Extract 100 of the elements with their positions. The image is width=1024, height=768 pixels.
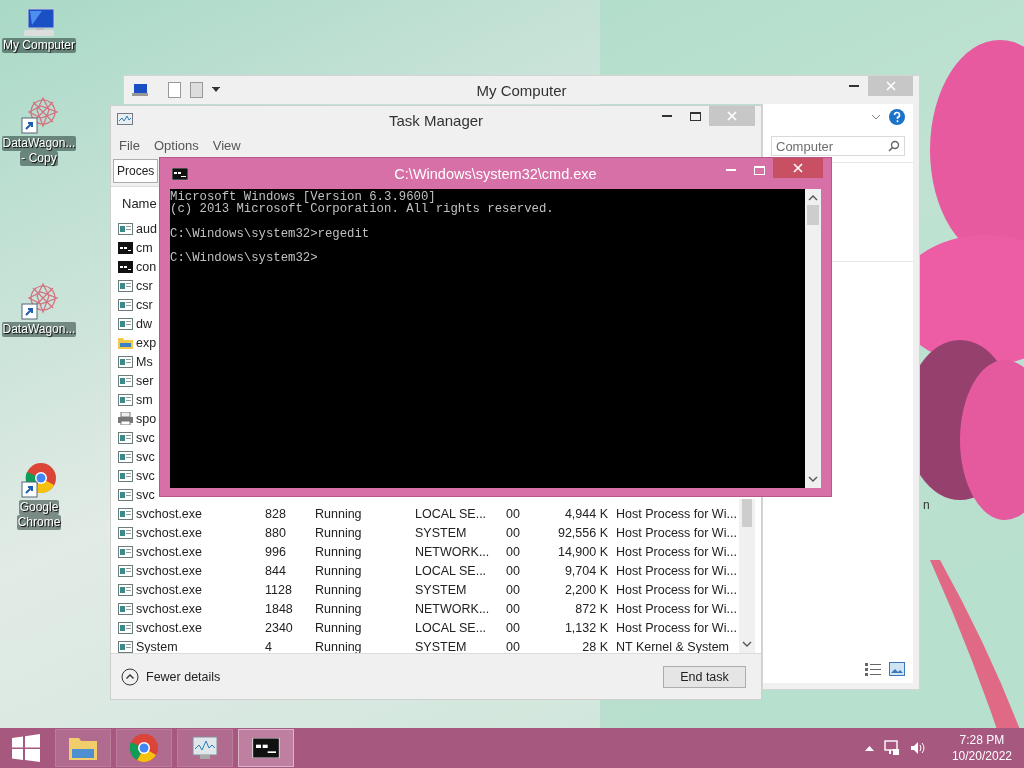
- table-cell-text: Host Process for Wi...: [615, 544, 737, 559]
- chrome-icon[interactable]: [19, 460, 59, 500]
- table-cell: aud: [136, 221, 157, 236]
- menu-item[interactable]: Options: [153, 137, 199, 153]
- speaker-icon[interactable]: [909, 741, 926, 755]
- table-cell: SYSTEM: [415, 582, 467, 597]
- console-line: Microsoft Windows [Version 6.3.9600]: [170, 191, 437, 204]
- icon-label: - Copy: [20, 151, 58, 166]
- details-view-icon[interactable]: [865, 662, 881, 676]
- window-icon: [118, 507, 133, 520]
- table-cell: 1,132 K: [564, 620, 608, 635]
- table-cell: svchost.exe: [136, 620, 202, 635]
- table-cell: 4,944 K: [564, 506, 608, 521]
- close-button[interactable]: [773, 158, 823, 178]
- table-cell: 00: [506, 525, 520, 540]
- table-cell: LOCAL SE...: [415, 620, 487, 635]
- table-cell: 14,900 K: [557, 544, 608, 559]
- shortcut-icon[interactable]: [19, 96, 59, 136]
- console-line: (c) 2013 Microsoft Corporation. All rights reserved.: [170, 203, 555, 216]
- icon-label: My Computer: [2, 38, 76, 53]
- table-cell: SYSTEM: [415, 639, 467, 653]
- scroll-thumb[interactable]: [742, 499, 752, 527]
- column-header[interactable]: Name: [118, 195, 157, 211]
- table-cell: 00: [506, 563, 520, 578]
- start-icon[interactable]: [12, 734, 40, 762]
- window-icon: [118, 450, 133, 463]
- fewer-details-link[interactable]: Fewer details: [121, 667, 221, 686]
- table-cell: Running: [315, 582, 362, 597]
- table-cell: 00: [506, 582, 520, 597]
- table-cell: ser: [136, 373, 154, 388]
- scrollbar[interactable]: [739, 499, 755, 653]
- table-cell: csr: [136, 297, 153, 312]
- table-cell: 2340: [265, 620, 293, 635]
- scroll-thumb[interactable]: [807, 205, 819, 225]
- console-line: C:\Windows\system32>regedit: [170, 227, 371, 241]
- chevron-up-icon[interactable]: [864, 745, 874, 751]
- table-cell-text: Host Process for Wi...: [615, 620, 737, 635]
- table-cell: 4: [265, 639, 272, 653]
- shortcut-icon[interactable]: [19, 282, 59, 322]
- window-icon: [118, 545, 133, 558]
- table-cell: Running: [315, 544, 362, 559]
- folder-icon: [68, 735, 98, 761]
- maximize-icon[interactable]: [689, 111, 701, 121]
- window-icon: [118, 583, 133, 596]
- large-icons-view-icon[interactable]: [889, 662, 905, 676]
- window-title: My Computer: [476, 81, 567, 99]
- table-cell: svchost.exe: [136, 544, 202, 559]
- window-icon: [118, 602, 133, 615]
- window-title: Task Manager: [388, 111, 484, 129]
- console-icon: [172, 167, 188, 180]
- table-cell: svchost.exe: [136, 582, 202, 597]
- help-icon[interactable]: [889, 109, 905, 125]
- window-icon: [118, 222, 133, 235]
- folder-icon[interactable]: [190, 82, 204, 98]
- table-cell: svc: [136, 468, 155, 483]
- window-icon: [118, 393, 133, 406]
- folder-icon: [118, 336, 133, 349]
- window-icon: [118, 298, 133, 311]
- scrollbar[interactable]: [805, 189, 821, 488]
- window-icon: [118, 526, 133, 539]
- table-cell: cm: [136, 240, 153, 255]
- close-icon[interactable]: [793, 163, 803, 173]
- window-icon: [118, 374, 133, 387]
- console-icon: [118, 241, 133, 254]
- monitor-chart-icon: [190, 735, 220, 761]
- window-icon: [118, 279, 133, 292]
- table-cell: Running: [315, 639, 362, 653]
- table-cell: 00: [506, 601, 520, 616]
- clock[interactable]: 7:28 PM 10/20/2022: [951, 732, 1012, 764]
- window-icon: [118, 621, 133, 634]
- menu-item[interactable]: View: [212, 137, 241, 153]
- chevron-down-icon[interactable]: [871, 114, 881, 120]
- table-cell: LOCAL SE...: [415, 506, 487, 521]
- table-cell: 92,556 K: [557, 525, 608, 540]
- icon-label: DataWagon...: [1, 322, 77, 337]
- chevron-down-icon[interactable]: [808, 476, 818, 482]
- end-task-button[interactable]: End task: [663, 665, 746, 688]
- chevron-up-circle-icon: [121, 667, 139, 686]
- chevron-up-icon[interactable]: [808, 195, 818, 201]
- table-cell: Running: [315, 525, 362, 540]
- window-icon: [118, 469, 133, 482]
- console-icon: [251, 738, 281, 758]
- taskbar-button[interactable]: [238, 729, 294, 767]
- table-cell: 28 K: [582, 639, 608, 653]
- table-cell-text: Host Process for Wi...: [615, 563, 737, 578]
- tab[interactable]: Proces: [113, 159, 159, 183]
- table-cell: svchost.exe: [136, 601, 202, 616]
- table-cell: Running: [315, 620, 362, 635]
- table-cell: con: [136, 259, 157, 274]
- menu-item[interactable]: File: [119, 137, 140, 153]
- dropdown-icon[interactable]: [212, 87, 220, 93]
- network-icon[interactable]: [883, 740, 900, 756]
- table-cell: exp: [136, 335, 157, 350]
- table-cell-text: Host Process for Wi...: [615, 582, 737, 597]
- computer-icon[interactable]: [22, 8, 56, 38]
- chevron-down-icon[interactable]: [742, 641, 752, 647]
- table-cell: Ms: [136, 354, 153, 369]
- search-field[interactable]: Computer: [771, 136, 905, 156]
- window-icon: [118, 317, 133, 330]
- document-icon[interactable]: [168, 82, 182, 98]
